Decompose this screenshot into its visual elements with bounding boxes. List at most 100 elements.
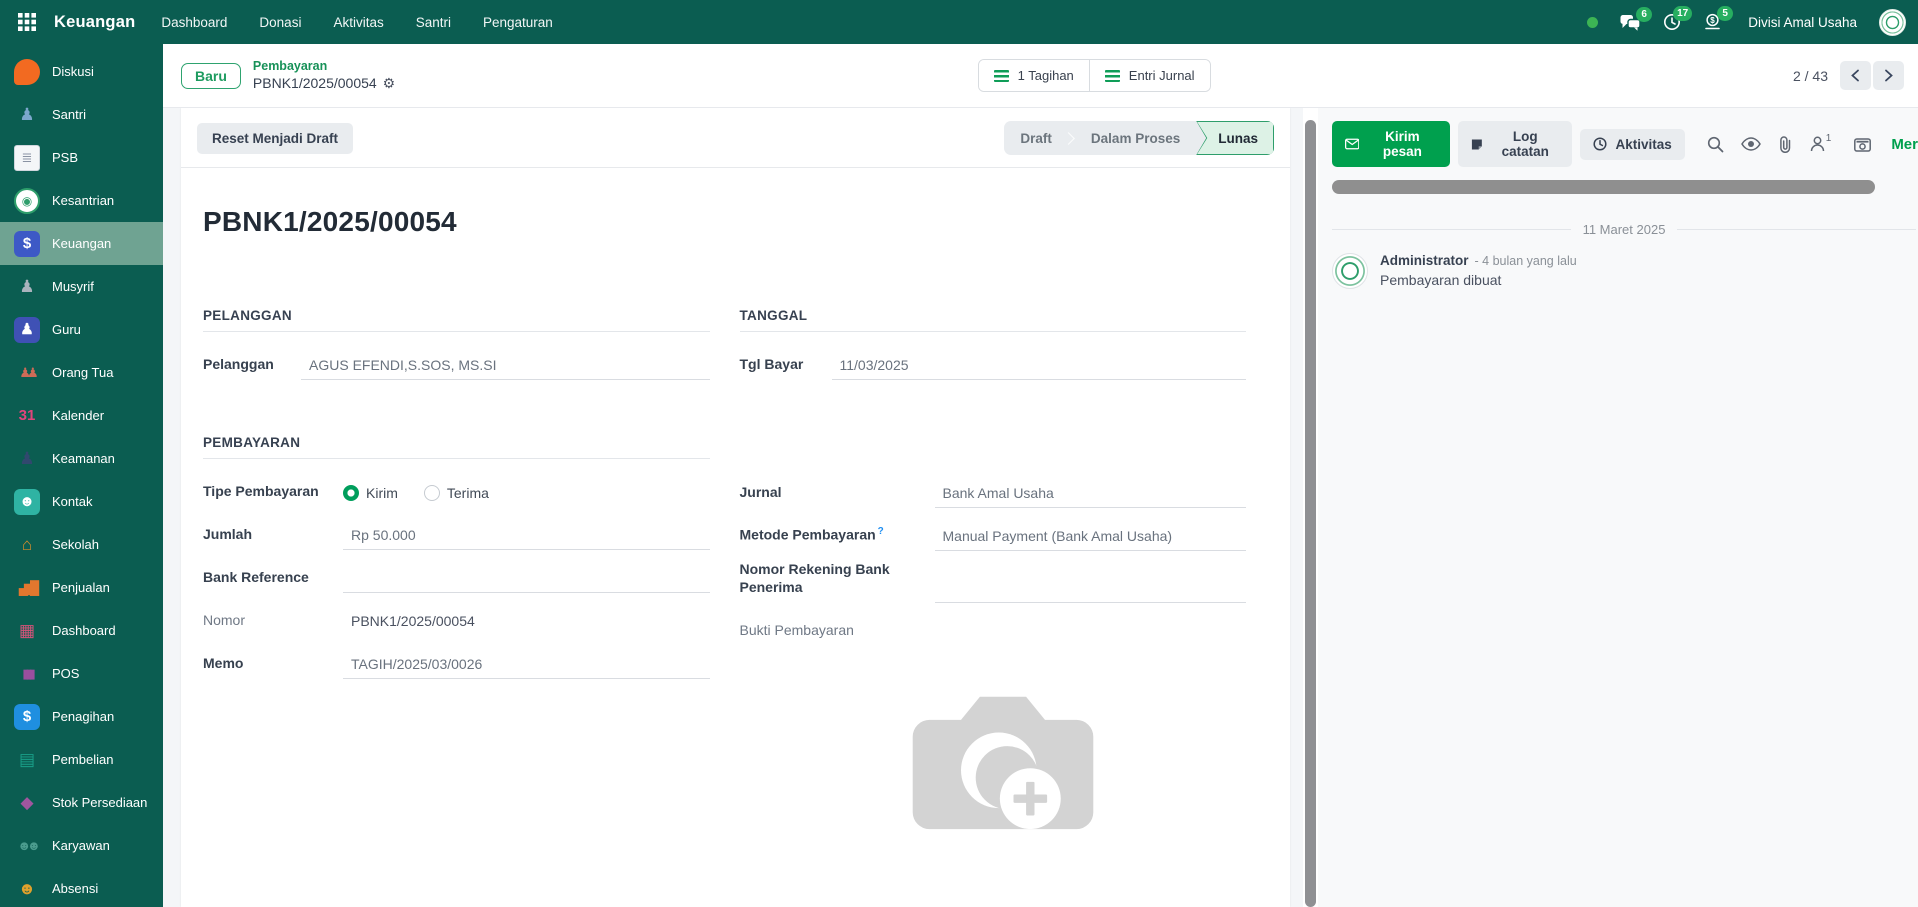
activities-badge: 17 xyxy=(1673,6,1692,21)
svg-text:$: $ xyxy=(1710,16,1715,25)
record-stage-badge[interactable]: Baru xyxy=(181,63,241,89)
list-lines-icon xyxy=(994,70,1009,82)
pager-next-button[interactable] xyxy=(1873,61,1904,90)
gear-icon[interactable]: ⚙ xyxy=(383,75,396,93)
field-label: Tgl Bayar xyxy=(740,355,832,380)
activities-menu-button[interactable]: 17 xyxy=(1663,13,1681,31)
field-row-memo: MemoTAGIH/2025/03/0026 xyxy=(203,645,710,679)
bank-reference-input[interactable] xyxy=(343,566,710,593)
sidebar-item-diskusi[interactable]: Diskusi xyxy=(0,50,163,93)
field-label: Jurnal xyxy=(740,483,935,508)
message-author[interactable]: Administrator xyxy=(1380,253,1469,268)
bukti-pembayaran-input xyxy=(935,619,1247,646)
employees-icon: ☻☻ xyxy=(14,833,40,859)
sidebar-item-keuangan[interactable]: $Keuangan xyxy=(0,222,163,265)
sidebar-item-label: Guru xyxy=(52,322,81,337)
chatter: Kirim pesan Log catatan xyxy=(1318,108,1918,907)
sidebar-item-guru[interactable]: ♟Guru xyxy=(0,308,163,351)
sidebar-item-sekolah[interactable]: ⌂Sekolah xyxy=(0,523,163,566)
radio-option-kirim[interactable]: Kirim xyxy=(343,485,398,501)
sidebar-item-karyawan[interactable]: ☻☻Karyawan xyxy=(0,824,163,867)
field-row-bank-reference: Bank Reference xyxy=(203,559,710,593)
pager-previous-button[interactable] xyxy=(1840,61,1871,90)
jumlah-input[interactable]: Rp 50.000 xyxy=(343,523,710,550)
payments-badge: 5 xyxy=(1717,6,1733,21)
status-step-dalam-proses[interactable]: Dalam Proses xyxy=(1075,121,1196,155)
scrollbar-thumb[interactable] xyxy=(1305,120,1316,907)
sidebar-item-orang-tua[interactable]: ♟♟Orang Tua xyxy=(0,351,163,394)
status-step-draft[interactable]: Draft xyxy=(1004,121,1068,155)
chatter-toolbar: Kirim pesan Log catatan xyxy=(1332,121,1918,167)
memo-input[interactable]: TAGIH/2025/03/0026 xyxy=(343,652,710,679)
spacer xyxy=(740,389,1247,409)
radio-unchecked-icon[interactable] xyxy=(424,485,440,501)
tgl-bayar-input[interactable]: 11/03/2025 xyxy=(832,353,1247,380)
field-row-bukti-pembayaran: Bukti Pembayaran xyxy=(740,612,1247,646)
form-sheet: Reset Menjadi Draft DraftDalam ProsesLun… xyxy=(181,108,1290,907)
sidebar-item-musyrif[interactable]: ♟Musyrif xyxy=(0,265,163,308)
sidebar-item-kesantrian[interactable]: ◉Kesantrian xyxy=(0,179,163,222)
attachments-camera-icon[interactable] xyxy=(1854,137,1871,152)
metode-pembayaran-input[interactable]: Manual Payment (Bank Amal Usaha) xyxy=(935,524,1247,551)
sidebar-item-label: Santri xyxy=(52,107,86,122)
sidebar-item-penagihan[interactable]: $Penagihan xyxy=(0,695,163,738)
sidebar-item-absensi[interactable]: ☻Absensi xyxy=(0,867,163,907)
chat-bubble-icon xyxy=(14,59,40,85)
app-name[interactable]: Keuangan xyxy=(54,13,135,32)
sidebar-item-kalender[interactable]: 31Kalender xyxy=(0,394,163,437)
stat-button-entri-jurnal[interactable]: Entri Jurnal xyxy=(1089,60,1210,91)
nomor-rekening-bank-penerima-input[interactable] xyxy=(935,576,1247,603)
form-scrollbar[interactable] xyxy=(1303,108,1318,907)
reset-to-draft-button[interactable]: Reset Menjadi Draft xyxy=(197,123,353,154)
pelanggan-input[interactable]: AGUS EFENDI,S.SOS, MS.SI xyxy=(301,353,710,380)
help-icon[interactable]: ? xyxy=(878,526,884,537)
sidebar-item-label: Penjualan xyxy=(52,580,110,595)
jurnal-input[interactable]: Bank Amal Usaha xyxy=(935,481,1247,508)
avatar[interactable] xyxy=(1879,9,1906,36)
nav-item-dashboard[interactable]: Dashboard xyxy=(161,15,227,30)
sidebar-item-label: Stok Persediaan xyxy=(52,795,147,810)
user-menu-label[interactable]: Divisi Amal Usaha xyxy=(1748,15,1857,30)
followers-count: 1 xyxy=(1826,133,1832,144)
sidebar-item-pembelian[interactable]: ▤Pembelian xyxy=(0,738,163,781)
radio-option-terima[interactable]: Terima xyxy=(424,485,489,501)
sidebar-item-label: Sekolah xyxy=(52,537,99,552)
send-message-button[interactable]: Kirim pesan xyxy=(1332,121,1450,167)
nav-item-aktivitas[interactable]: Aktivitas xyxy=(333,15,383,30)
follow-toggle-link[interactable]: Mer xyxy=(1891,136,1918,153)
nav-item-pengaturan[interactable]: Pengaturan xyxy=(483,15,553,30)
document-icon: ≣ xyxy=(14,145,40,171)
nav-item-santri[interactable]: Santri xyxy=(416,15,451,30)
activity-schedule-button[interactable]: Aktivitas xyxy=(1580,129,1684,160)
messages-menu-button[interactable]: 6 xyxy=(1620,14,1641,31)
sidebar-item-keamanan[interactable]: ♟Keamanan xyxy=(0,437,163,480)
attachment-paperclip-icon[interactable] xyxy=(1778,136,1793,153)
breadcrumb-parent-link[interactable]: Pembayaran xyxy=(253,59,395,75)
attendance-icon: ☻ xyxy=(14,876,40,902)
eye-icon[interactable] xyxy=(1741,137,1761,151)
sidebar-item-dashboard[interactable]: ▦Dashboard xyxy=(0,609,163,652)
followers-button[interactable]: 1 xyxy=(1810,136,1832,152)
sidebar-item-pos[interactable]: ▮▮▮POS xyxy=(0,652,163,695)
sidebar-item-penjualan[interactable]: ▄▆█Penjualan xyxy=(0,566,163,609)
stat-button-1-tagihan[interactable]: 1 Tagihan xyxy=(979,60,1089,91)
search-messages-icon[interactable] xyxy=(1707,136,1724,153)
status-step-lunas-active[interactable]: Lunas xyxy=(1196,121,1274,155)
sidebar-item-stok-persediaan[interactable]: ◆Stok Persediaan xyxy=(0,781,163,824)
payments-menu-button[interactable]: $ 5 xyxy=(1703,13,1722,31)
list-lines-icon xyxy=(1105,70,1120,82)
log-note-button[interactable]: Log catatan xyxy=(1458,121,1572,167)
radio-checked-icon[interactable] xyxy=(343,485,359,501)
nav-item-donasi[interactable]: Donasi xyxy=(259,15,301,30)
sidebar-item-kontak[interactable]: ☻Kontak xyxy=(0,480,163,523)
pos-awning-icon: ▮▮▮ xyxy=(14,661,40,687)
field-label: Metode Pembayaran? xyxy=(740,525,935,551)
image-upload-placeholder[interactable] xyxy=(890,680,1247,848)
sidebar-item-psb[interactable]: ≣PSB xyxy=(0,136,163,179)
message-author-avatar[interactable] xyxy=(1332,253,1368,289)
apps-grid-icon[interactable] xyxy=(10,5,44,39)
form-right-column: TANGGALTgl Bayar11/03/2025JurnalBank Ama… xyxy=(740,282,1247,848)
sidebar-item-santri[interactable]: ♟Santri xyxy=(0,93,163,136)
field-row-tipe-pembayaran: Tipe PembayaranKirimTerima xyxy=(203,473,710,507)
field-row-nomor-rekening-bank-penerima: Nomor Rekening Bank Penerima xyxy=(740,560,1247,603)
